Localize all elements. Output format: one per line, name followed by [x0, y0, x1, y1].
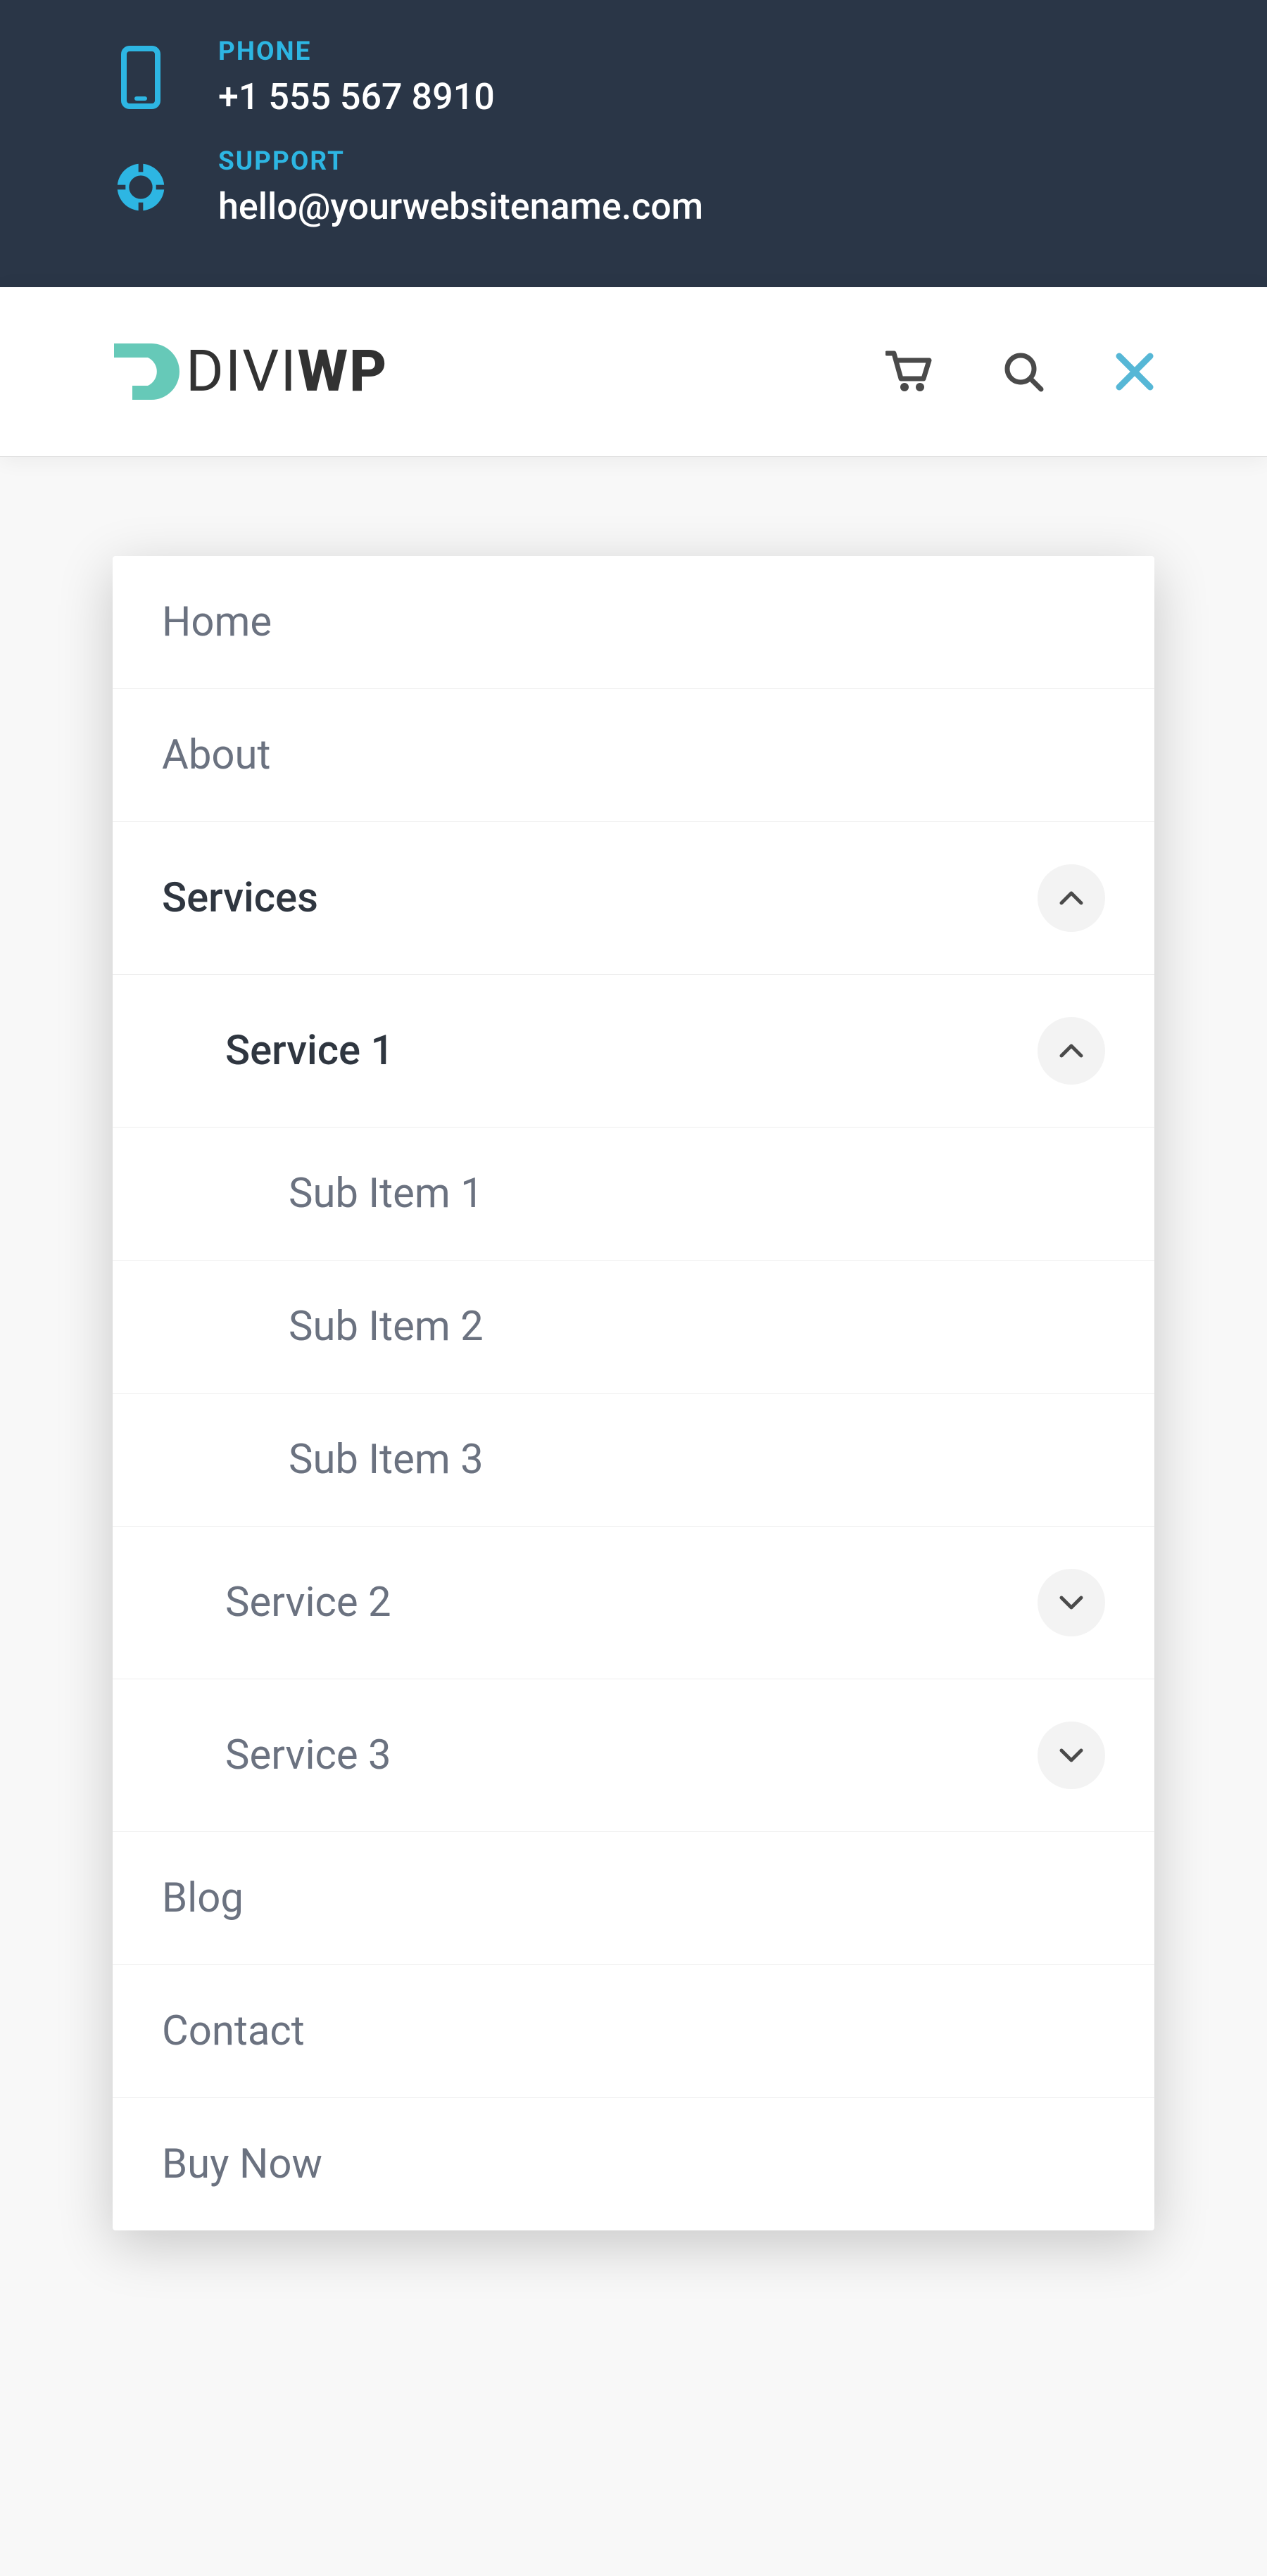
- menu-item-sub3: Sub Item 3: [113, 1394, 1154, 1526]
- menu-label-buynow: Buy Now: [162, 2140, 322, 2188]
- menu-item-service2: Service 2: [113, 1527, 1154, 1679]
- mobile-menu: Home About Services Service 1: [113, 556, 1154, 2230]
- menu-item-sub2: Sub Item 2: [113, 1261, 1154, 1394]
- menu-item-service3: Service 3: [113, 1679, 1154, 1831]
- menu-label-blog: Blog: [162, 1874, 244, 1922]
- top-bar: PHONE +1 555 567 8910 SUPPORT hello@your…: [0, 0, 1267, 287]
- phone-row: PHONE +1 555 567 8910: [113, 23, 1154, 132]
- menu-label-sub3: Sub Item 3: [289, 1436, 484, 1484]
- menu-item-contact: Contact: [113, 1965, 1154, 2098]
- menu-label-sub1: Sub Item 1: [289, 1170, 484, 1218]
- phone-label: PHONE: [218, 37, 495, 67]
- menu-item-about: About: [113, 689, 1154, 822]
- menu-item-service1: Service 1 Sub Item 1 Sub Item 2 Sub Item…: [113, 975, 1154, 1527]
- support-icon: [113, 153, 169, 221]
- menu-item-services: Services Service 1 Sub Item: [113, 822, 1154, 1832]
- menu-label-service1: Service 1: [225, 1027, 393, 1075]
- menu-label-contact: Contact: [162, 2007, 305, 2055]
- phone-value[interactable]: +1 555 567 8910: [218, 75, 495, 118]
- site-logo[interactable]: DIVIWP: [113, 336, 388, 407]
- menu-label-home: Home: [162, 598, 272, 646]
- site-header: DIVIWP: [0, 287, 1267, 457]
- expand-toggle-service2[interactable]: [1038, 1569, 1105, 1636]
- menu-label-sub2: Sub Item 2: [289, 1303, 484, 1351]
- menu-label-service3: Service 3: [225, 1731, 391, 1779]
- logo-text: DIVIWP: [186, 338, 388, 405]
- search-icon[interactable]: [1002, 351, 1045, 393]
- menu-item-home: Home: [113, 556, 1154, 689]
- collapse-toggle-service1[interactable]: [1038, 1017, 1105, 1085]
- collapse-toggle-services[interactable]: [1038, 864, 1105, 932]
- chevron-up-icon: [1057, 889, 1085, 907]
- close-menu-icon[interactable]: [1115, 352, 1154, 391]
- menu-label-service2: Service 2: [225, 1579, 391, 1627]
- menu-label-services: Services: [162, 874, 318, 922]
- menu-item-buynow: Buy Now: [113, 2098, 1154, 2230]
- menu-label-about: About: [162, 731, 270, 779]
- support-row: SUPPORT hello@yourwebsitename.com: [113, 132, 1154, 242]
- menu-item-blog: Blog: [113, 1832, 1154, 1965]
- submenu-services: Service 1 Sub Item 1 Sub Item 2 Sub Item…: [113, 974, 1154, 1831]
- chevron-down-icon: [1057, 1746, 1085, 1764]
- chevron-up-icon: [1057, 1042, 1085, 1060]
- expand-toggle-service3[interactable]: [1038, 1722, 1105, 1789]
- support-value[interactable]: hello@yourwebsitename.com: [218, 185, 703, 228]
- cart-icon[interactable]: [885, 351, 932, 393]
- support-label: SUPPORT: [218, 146, 703, 177]
- chevron-down-icon: [1057, 1593, 1085, 1612]
- submenu-service1: Sub Item 1 Sub Item 2 Sub Item 3: [113, 1127, 1154, 1526]
- menu-item-sub1: Sub Item 1: [113, 1128, 1154, 1261]
- logo-mark-icon: [113, 336, 183, 407]
- phone-icon: [113, 46, 169, 109]
